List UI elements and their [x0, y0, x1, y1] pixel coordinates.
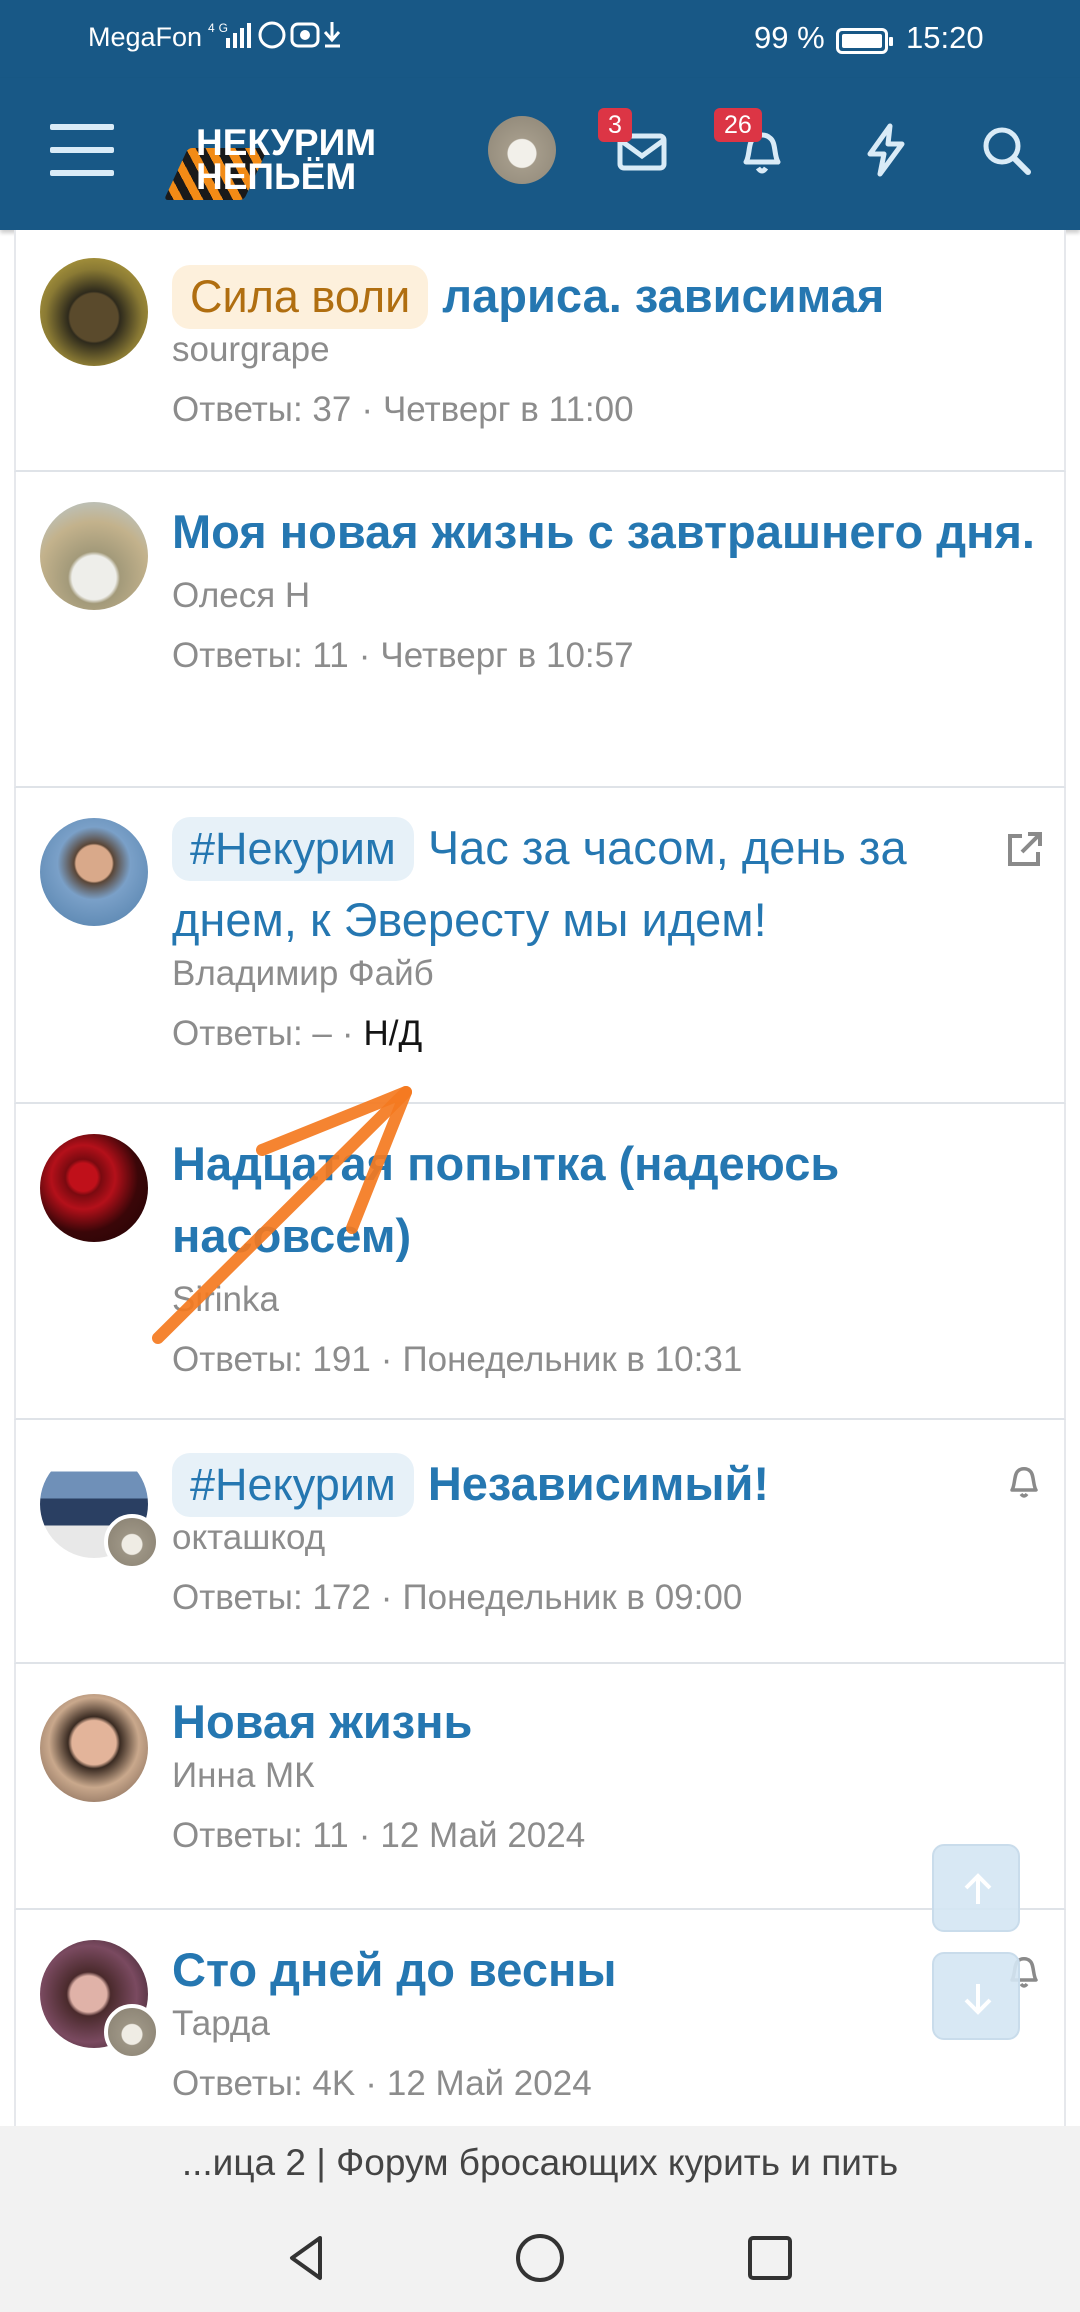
thread-author[interactable]: Тарда — [172, 2000, 1040, 2048]
back-icon[interactable] — [282, 2232, 334, 2284]
thread-date[interactable]: 12 Май 2024 — [380, 1816, 585, 1855]
thread-meta: Ответы: 191 · Понедельник в 10:31 — [172, 1340, 743, 1379]
alerts-button[interactable]: 26 — [714, 108, 792, 180]
last-poster-avatar[interactable] — [104, 2004, 160, 2060]
thread-prefix[interactable]: #Некурим — [172, 817, 414, 881]
thread-date[interactable]: Понедельник в 10:31 — [402, 1340, 742, 1379]
thread-date[interactable]: Четверг в 11:00 — [383, 390, 634, 429]
arrow-up-icon — [964, 1873, 992, 1904]
logo-line-2: НЕПЬЁМ — [196, 156, 357, 197]
messages-badge: 3 — [598, 108, 632, 142]
user-avatar[interactable] — [488, 116, 556, 184]
signal-icons: 4G — [208, 18, 358, 61]
external-link-icon[interactable] — [1002, 828, 1046, 872]
thread-prefix[interactable]: #Некурим — [172, 1453, 414, 1517]
thread-item[interactable]: Моя новая жизнь с завтрашнего дня. Олеся… — [14, 472, 1066, 788]
clock: 15:20 — [906, 20, 984, 55]
thread-replies: Ответы: 11 — [172, 636, 349, 675]
thread-title[interactable]: Моя новая жизнь с завтрашнего дня. — [172, 496, 1040, 568]
thread-author-avatar[interactable] — [40, 818, 148, 926]
site-header: НЕКУРИМ НЕПЬЁМ 3 26 — [0, 78, 1080, 230]
svg-text:4G: 4G — [208, 21, 232, 35]
thread-title[interactable]: Надцатая попытка (надеюсь насовсем) — [172, 1128, 1040, 1272]
battery-percent: 99 % — [754, 20, 825, 55]
thread-replies: Ответы: – — [172, 1014, 332, 1053]
search-icon — [983, 127, 1031, 175]
thread-date: Н/Д — [363, 1014, 423, 1053]
scroll-to-top-button[interactable] — [932, 1844, 1020, 1932]
thread-title[interactable]: лариса. зависимая — [442, 269, 884, 322]
thread-item[interactable]: #Некурим Независимый! окташкод Ответы: 17… — [14, 1420, 1066, 1664]
thread-author[interactable]: Олеся Н — [172, 572, 1040, 620]
thread-title[interactable]: Сто дней до весны — [172, 1934, 1040, 2006]
last-poster-avatar[interactable] — [104, 1514, 160, 1570]
thread-replies: Ответы: 11 — [172, 1816, 349, 1855]
thread-meta: Ответы: 37 · Четверг в 11:00 — [172, 390, 634, 429]
thread-author-avatar[interactable] — [40, 502, 148, 610]
thread-author[interactable]: Владимир Файб — [172, 950, 1040, 998]
thread-meta: Ответы: – · Н/Д — [172, 1014, 423, 1053]
thread-replies: Ответы: 172 — [172, 1578, 371, 1617]
alerts-badge: 26 — [714, 108, 762, 142]
thread-meta: Ответы: 11 · Четверг в 10:57 — [172, 636, 634, 675]
thread-title[interactable]: Независимый! — [428, 1457, 769, 1510]
thread-author[interactable]: Sirinka — [172, 1276, 1040, 1324]
bell-icon[interactable] — [1002, 1458, 1046, 1502]
hamburger-menu-icon[interactable] — [50, 124, 114, 180]
home-icon[interactable] — [514, 2232, 566, 2284]
thread-date[interactable]: Понедельник в 09:00 — [402, 1578, 742, 1617]
thread-meta: Ответы: 11 · 12 Май 2024 — [172, 1816, 586, 1855]
thread-author-avatar[interactable] — [40, 1134, 148, 1242]
thread-author-avatar[interactable] — [40, 1694, 148, 1802]
status-bar: MegaFon 4G 99 % 15:20 — [0, 0, 1080, 78]
thread-author[interactable]: окташкод — [172, 1514, 1040, 1562]
thread-list: Сила воли лариса. зависимая sourgrape Отв… — [14, 230, 1066, 2130]
thread-replies: Ответы: 37 — [172, 390, 352, 429]
lightning-icon — [867, 123, 905, 177]
signal-wifi-download-icons: 4G — [208, 21, 341, 49]
thread-replies: Ответы: 191 — [172, 1340, 371, 1379]
thread-item[interactable]: Надцатая попытка (надеюсь насовсем) Siri… — [14, 1104, 1066, 1420]
site-logo[interactable]: НЕКУРИМ НЕПЬЁМ — [163, 122, 446, 202]
thread-date[interactable]: 12 Май 2024 — [387, 2064, 592, 2103]
scroll-to-bottom-button[interactable] — [932, 1952, 1020, 2040]
messages-button[interactable]: 3 — [598, 108, 672, 180]
thread-author[interactable]: Инна МК — [172, 1752, 1040, 1800]
search-button[interactable] — [976, 120, 1036, 180]
thread-author[interactable]: sourgrape — [172, 326, 1040, 374]
thread-item[interactable]: Новая жизнь Инна МК Ответы: 11 · 12 Май 20… — [14, 1664, 1066, 1910]
page-title-bar: ...ица 2 | Форум бросающих курить и пить — [0, 2126, 1080, 2200]
thread-item[interactable]: Сто дней до весны Тарда Ответы: 4K · 12 Ма… — [14, 1910, 1066, 2130]
thread-prefix[interactable]: Сила воли — [172, 265, 429, 329]
thread-item[interactable]: #Некурим Час за часом, день за днем, к Эв… — [14, 788, 1066, 1104]
thread-meta: Ответы: 172 · Понедельник в 09:00 — [172, 1578, 743, 1617]
thread-replies: Ответы: 4K — [172, 2064, 356, 2103]
recents-icon[interactable] — [744, 2232, 796, 2284]
thread-item[interactable]: Сила воли лариса. зависимая sourgrape Отв… — [14, 230, 1066, 472]
thread-meta: Ответы: 4K · 12 Май 2024 — [172, 2064, 592, 2103]
carrier-label: MegaFon — [88, 22, 203, 52]
whats-new-button[interactable] — [856, 120, 916, 180]
system-nav-bar — [0, 2200, 1080, 2312]
thread-date[interactable]: Четверг в 10:57 — [380, 636, 633, 675]
thread-title[interactable]: Новая жизнь — [172, 1686, 1040, 1758]
arrow-down-icon — [964, 1984, 992, 2015]
thread-author-avatar[interactable] — [40, 258, 148, 366]
battery-icon — [836, 28, 893, 54]
